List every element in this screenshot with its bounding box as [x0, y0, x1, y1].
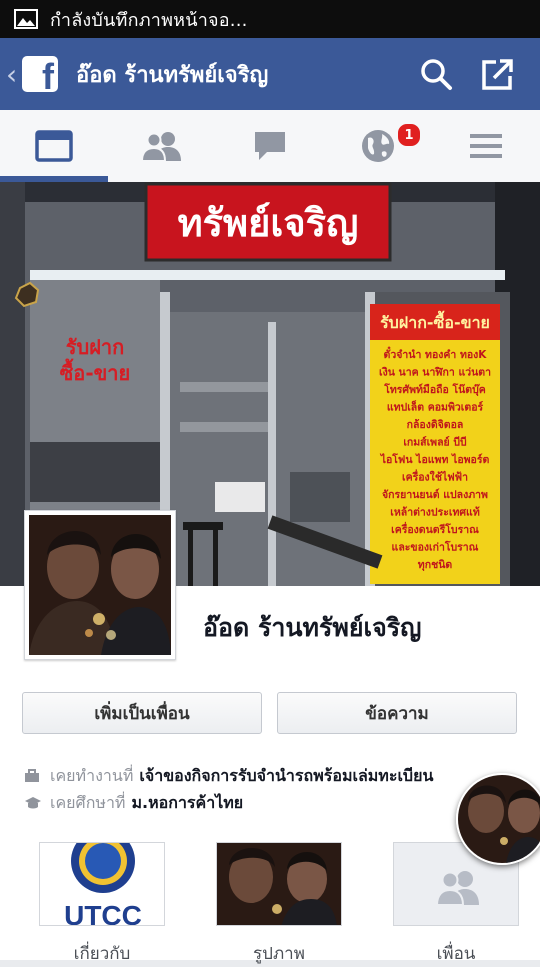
- image-icon: [14, 9, 38, 29]
- banner-title: รับฝาก-ซื้อ-ขาย: [380, 310, 490, 332]
- menu-icon: [470, 134, 502, 158]
- news-feed-icon: [35, 130, 73, 162]
- message-button[interactable]: ข้อความ: [277, 692, 517, 734]
- tab-notifications[interactable]: 1: [324, 110, 432, 182]
- share-button[interactable]: [478, 54, 518, 94]
- tab-bar: 1: [0, 110, 540, 183]
- back-chevron-icon[interactable]: ‹: [6, 58, 20, 91]
- briefcase-icon: [24, 768, 42, 785]
- tab-friend-requests[interactable]: [108, 110, 216, 182]
- page-title: อ๊อด ร้านทรัพย์เจริญ: [76, 62, 269, 88]
- banner-line: เกมส์เพลย์ บีบี: [403, 436, 467, 449]
- banner-line: เหล้าต่างประเทศแท้: [390, 506, 480, 519]
- friends-icon: [141, 132, 181, 162]
- tab-news-feed[interactable]: [0, 110, 108, 182]
- window-text-2: ซื้อ-ขาย: [60, 358, 131, 385]
- banner-line: ไอโฟน ไอแพท ไอพอร์ต: [380, 453, 490, 466]
- graduation-cap-icon: [24, 796, 42, 812]
- window-text-1: รับฝาก: [66, 335, 125, 359]
- banner-line: ทุกชนิด: [418, 559, 453, 572]
- tab-more[interactable]: [432, 110, 540, 182]
- globe-icon: [362, 130, 394, 162]
- about-thumbnail[interactable]: UTCC: [39, 842, 165, 926]
- work-value[interactable]: เจ้าของกิจการรับจำนำรถพร้อมเล่มทะเบียน: [139, 764, 433, 789]
- banner-line: จักรยานยนต์ แปลงภาพ: [382, 488, 488, 501]
- photos-thumbnail[interactable]: [216, 842, 342, 926]
- study-prefix: เคยศึกษาที่: [50, 793, 126, 812]
- banner-line: เงิน นาค นาฬิกา แว่นตา: [379, 367, 491, 379]
- banner-line: เครื่องดนตรีโบราณ: [391, 521, 479, 536]
- study-value[interactable]: ม.หอการค้าไทย: [131, 791, 243, 816]
- banner-line: ตั๋วจำนำ ทองคำ ทองK: [384, 346, 488, 361]
- search-button[interactable]: [416, 54, 456, 94]
- banner-line: และของเก่าโบราณ: [392, 541, 479, 554]
- search-icon: [421, 59, 452, 90]
- notification-badge: 1: [396, 122, 422, 148]
- education-info: เคยศึกษาที่ ม.หอการค้าไทย: [24, 791, 243, 816]
- banner-line: แทปเล็ต คอมพิวเตอร์: [387, 400, 484, 414]
- add-friend-button[interactable]: เพิ่มเป็นเพื่อน: [22, 692, 262, 734]
- profile-name: อ๊อด ร้านทรัพย์เจริญ: [203, 613, 422, 642]
- about-thumb-text: UTCC: [64, 900, 142, 926]
- university-logo-image: UTCC: [40, 843, 164, 926]
- banner-line: เครื่องใช้ไฟฟ้า: [402, 469, 468, 484]
- share-icon: [482, 59, 513, 90]
- chat-head-avatar: [458, 775, 540, 863]
- store-sign-text: ทรัพย์เจริญ: [178, 201, 359, 245]
- banner-line: กล้องดิจิตอล: [407, 418, 464, 431]
- app-bar: ‹ f อ๊อด ร้านทรัพย์เจริญ: [0, 38, 540, 110]
- status-bar: กำลังบันทึกภาพหน้าจอ...: [0, 0, 540, 38]
- friends-label[interactable]: เพื่อน: [376, 940, 536, 967]
- tab-messages[interactable]: [216, 110, 324, 182]
- chat-head[interactable]: [456, 773, 540, 865]
- work-info: เคยทำงานที่ เจ้าของกิจการรับจำนำรถพร้อมเ…: [24, 764, 433, 789]
- work-prefix: เคยทำงานที่: [50, 766, 134, 785]
- chat-icon: [255, 132, 285, 160]
- photo-image: [217, 843, 341, 925]
- banner-line: โทรศัพท์มือถือ โน๊ตบุ๊ค: [383, 383, 486, 397]
- photos-label[interactable]: รูปภาพ: [199, 940, 359, 967]
- status-text: กำลังบันทึกภาพหน้าจอ...: [50, 9, 248, 31]
- about-label[interactable]: เกี่ยวกับ: [22, 940, 182, 967]
- profile-picture[interactable]: [24, 510, 176, 660]
- facebook-logo[interactable]: f: [22, 56, 58, 92]
- profile-photo-illustration: [29, 515, 171, 655]
